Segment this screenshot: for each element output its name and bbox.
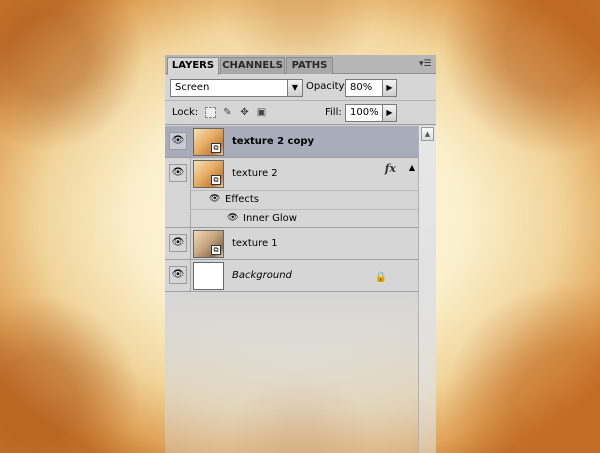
opacity-field[interactable]: 80% ▶ bbox=[345, 79, 397, 97]
tab-channels[interactable]: CHANNELS bbox=[220, 57, 285, 74]
effect-row-inner-glow[interactable]: 👁 Inner Glow bbox=[191, 209, 418, 228]
eye-icon[interactable]: 👁 bbox=[169, 266, 187, 284]
fx-icon[interactable]: fx bbox=[385, 162, 396, 175]
lock-transparent-pixels-icon[interactable] bbox=[205, 107, 216, 118]
layer-row-texture-1[interactable]: 👁 ⧉ texture 1 bbox=[165, 228, 418, 260]
blend-row: Screen ▼ Opacity: 80% ▶ bbox=[165, 74, 436, 101]
layer-thumbnail[interactable]: ⧉ bbox=[193, 160, 224, 188]
lock-position-icon[interactable]: ✥ bbox=[239, 107, 250, 118]
layer-name[interactable]: Background bbox=[232, 270, 292, 281]
tab-layers[interactable]: LAYERS bbox=[167, 57, 219, 75]
layer-thumbnail[interactable]: ⧉ bbox=[193, 128, 224, 156]
tab-paths[interactable]: PATHS bbox=[286, 57, 333, 74]
layers-scrollbar[interactable]: ▲ bbox=[418, 126, 436, 453]
layer-thumbnail[interactable]: ⧉ bbox=[193, 230, 224, 258]
panel-menu-icon[interactable]: ▾☰ bbox=[419, 59, 433, 69]
eye-icon[interactable]: 👁 bbox=[169, 164, 187, 182]
layer-row-background[interactable]: 👁 Background 🔒 bbox=[165, 260, 418, 292]
smart-object-icon: ⧉ bbox=[211, 245, 221, 255]
scroll-up-icon[interactable]: ▲ bbox=[421, 127, 434, 141]
lock-row: Lock: ✎ ✥ ▣ Fill: 100% ▶ bbox=[165, 101, 436, 125]
layers-panel: LAYERS CHANNELS PATHS ▾☰ Screen ▼ Opacit… bbox=[165, 55, 436, 453]
smart-object-icon: ⧉ bbox=[211, 175, 221, 185]
effects-label: Effects bbox=[225, 194, 259, 205]
opacity-value: 80% bbox=[350, 82, 373, 93]
smart-object-icon: ⧉ bbox=[211, 143, 221, 153]
fill-slider-arrow-icon[interactable]: ▶ bbox=[382, 105, 396, 121]
lock-image-pixels-icon[interactable]: ✎ bbox=[222, 107, 233, 118]
blend-mode-select[interactable]: Screen ▼ bbox=[170, 79, 303, 97]
lock-label: Lock: bbox=[172, 107, 199, 118]
blend-mode-value: Screen bbox=[175, 82, 210, 93]
layer-name[interactable]: texture 2 copy bbox=[232, 136, 314, 147]
eye-icon[interactable]: 👁 bbox=[209, 194, 220, 204]
eye-icon[interactable]: 👁 bbox=[169, 234, 187, 252]
layer-name[interactable]: texture 2 bbox=[232, 168, 278, 179]
opacity-label: Opacity: bbox=[306, 81, 348, 92]
layer-name[interactable]: texture 1 bbox=[232, 238, 278, 249]
layer-separator bbox=[190, 126, 191, 157]
layer-thumbnail[interactable] bbox=[193, 262, 224, 290]
opacity-slider-arrow-icon[interactable]: ▶ bbox=[382, 80, 396, 96]
effect-label: Inner Glow bbox=[243, 213, 297, 224]
collapse-arrow-icon[interactable]: ▲ bbox=[409, 163, 415, 172]
chevron-down-icon[interactable]: ▼ bbox=[287, 80, 302, 96]
panel-tab-bar: LAYERS CHANNELS PATHS ▾☰ bbox=[165, 55, 436, 75]
eye-icon[interactable]: 👁 bbox=[169, 132, 187, 150]
layer-separator bbox=[190, 260, 191, 291]
fill-field[interactable]: 100% ▶ bbox=[345, 104, 397, 122]
layer-separator bbox=[190, 228, 191, 259]
fill-value: 100% bbox=[350, 107, 379, 118]
lock-icon: 🔒 bbox=[374, 272, 387, 283]
layer-row-texture-2-copy[interactable]: 👁 ⧉ texture 2 copy bbox=[165, 126, 418, 158]
layer-row-texture-2[interactable]: 👁 ⧉ texture 2 fx ▲ 👁 Effects 👁 Inner Glo… bbox=[165, 158, 418, 228]
lock-all-icon[interactable]: ▣ bbox=[256, 107, 267, 118]
fill-label: Fill: bbox=[325, 107, 342, 118]
eye-icon[interactable]: 👁 bbox=[227, 213, 238, 223]
effects-row[interactable]: 👁 Effects bbox=[191, 190, 418, 209]
